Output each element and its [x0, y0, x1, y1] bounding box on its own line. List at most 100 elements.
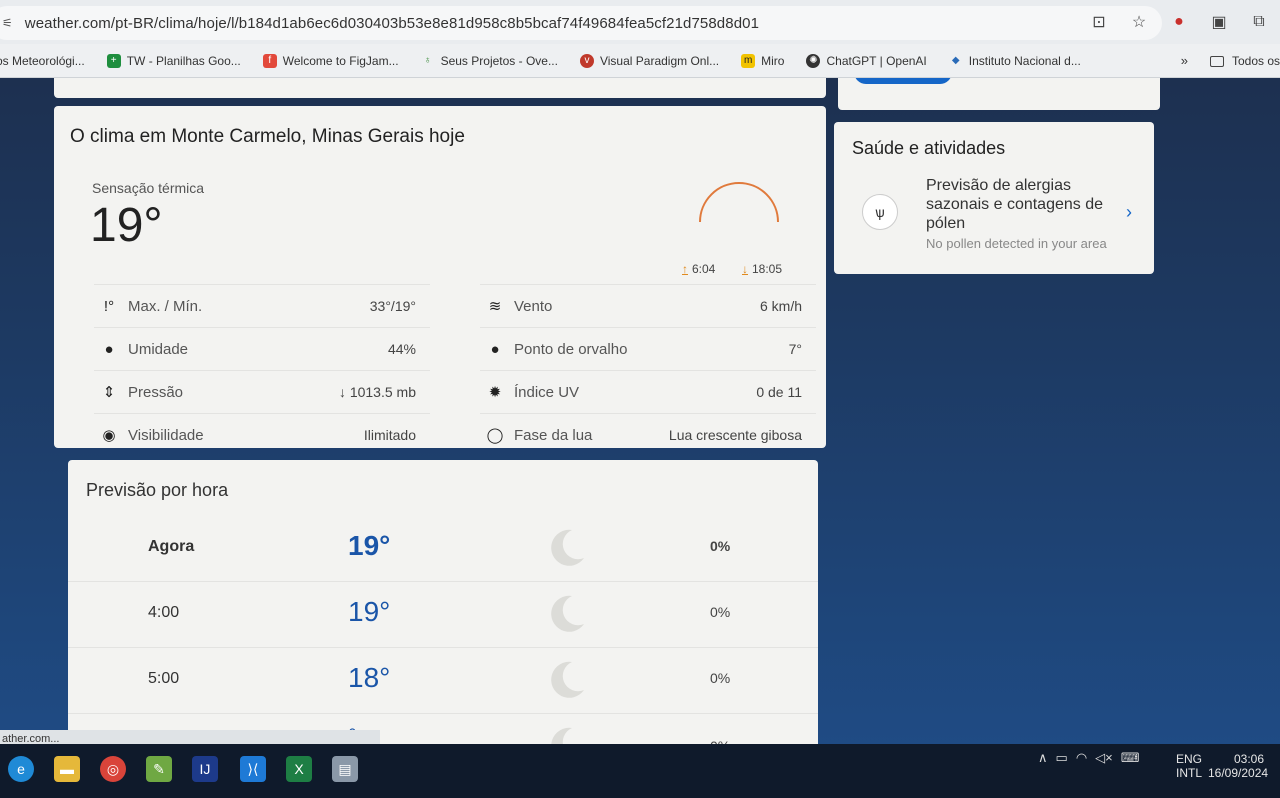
hour-temp: 18° — [348, 662, 391, 693]
app-icon[interactable]: ▤ — [332, 756, 358, 782]
hourly-row[interactable]: 5:00 18° 0% — [68, 648, 818, 714]
hour-precip: 0% — [710, 670, 731, 686]
sunset: ↓ 18:05 — [742, 262, 782, 276]
bookmark-item[interactable]: v Visual Paradigm Onl... — [579, 53, 720, 68]
detail-label: Ponto de orvalho — [514, 340, 628, 358]
sunrise-time: 6:04 — [692, 262, 716, 276]
site-info-icon[interactable]: ⚟ — [2, 16, 13, 30]
sunset-time: 18:05 — [752, 262, 783, 276]
bookmark-star-icon[interactable]: ☆ — [1130, 12, 1148, 32]
allergy-forecast-link[interactable]: Previsão de alergias sazonais e contagen… — [926, 176, 1126, 233]
feels-like-label: Sensação térmica — [92, 180, 205, 196]
detail-value: Lua crescente gibosa — [668, 427, 802, 443]
bookmark-label: Welcome to FigJam... — [282, 53, 399, 68]
bookmark-item[interactable]: m Miro — [741, 53, 785, 68]
detail-label: Índice UV — [514, 383, 580, 401]
hourly-forecast-card: Previsão por hora Agora 19° 0% 4:00 19° … — [68, 460, 818, 746]
hour-time: 5:00 — [148, 670, 180, 687]
all-bookmarks-label: Todos os — [1231, 54, 1280, 68]
hour-time: Agora — [148, 538, 195, 555]
inmet-icon: ◆ — [951, 54, 960, 66]
detail-label: Fase da lua — [514, 426, 593, 444]
address-bar[interactable]: ⚟ weather.com/pt-BR/clima/hoje/l/b184d1a… — [0, 6, 1162, 40]
all-bookmarks-button[interactable]: Todos os — [1209, 54, 1280, 68]
bookmark-label: Visual Paradigm Onl... — [599, 53, 720, 68]
bookmark-label: ChatGPT | OpenAI — [826, 53, 927, 68]
detail-label: Pressão — [128, 383, 184, 401]
detail-label: Vento — [514, 297, 553, 315]
chevron-up-icon[interactable]: ∧ — [1038, 750, 1048, 766]
bookmark-item[interactable]: ◆ Instituto Nacional d... — [949, 54, 1081, 68]
vscode-icon[interactable]: ⟩⟨ — [240, 756, 266, 782]
more-bookmarks-button[interactable]: » — [1181, 53, 1188, 68]
bookmark-label: Miro — [761, 53, 785, 68]
hour-time: 4:00 — [148, 604, 180, 621]
wind-icon: ≋ — [488, 298, 502, 315]
sheets-icon: + — [106, 53, 121, 68]
detail-wind: ≋ Vento 6 km/h — [480, 284, 816, 327]
feels-like-temp: 19° — [90, 199, 163, 252]
bookmark-item[interactable]: f Welcome to FigJam... — [262, 53, 399, 68]
clock[interactable]: 03:06 16/09/2024 — [1208, 752, 1269, 780]
detail-max-min: !° Max. / Mín. 33°/19° — [94, 284, 430, 327]
edge-icon[interactable]: e — [8, 756, 34, 782]
chatgpt-icon: ✺ — [806, 53, 821, 68]
detail-label: Umidade — [128, 340, 189, 358]
pressure-icon: ⇕ — [102, 384, 116, 401]
previous-card — [54, 78, 826, 98]
extension-2-icon[interactable]: ▣ — [1210, 12, 1228, 32]
hourly-row[interactable]: 4:00 19° 0% — [68, 582, 818, 648]
today-weather-card: O clima em Monte Carmelo, Minas Gerais h… — [54, 106, 826, 448]
detail-dew-point: ● Ponto de orvalho 7° — [480, 327, 816, 370]
card-title: Saúde e atividades — [852, 138, 1006, 158]
url-text[interactable]: weather.com/pt-BR/clima/hoje/l/b184d1ab6… — [25, 15, 759, 32]
wifi-icon[interactable]: ◠ — [1076, 750, 1087, 766]
language-code: ENG — [1176, 752, 1203, 766]
taskbar: e ▬ ◎ ✎ IJ ⟩⟨ X ▤ ∧ ▭ ◠ ◁× ⌨ ENG INTL 03… — [0, 744, 1280, 798]
grass-pollen-icon: ѱ — [862, 194, 898, 230]
sunrise: ↑ 6:04 — [682, 262, 715, 276]
health-activities-card: Saúde e atividades ѱ Previsão de alergia… — [834, 122, 1154, 274]
detail-value: Ilimitado — [363, 427, 416, 443]
notepad-plus-icon[interactable]: ✎ — [146, 756, 172, 782]
file-explorer-icon[interactable]: ▬ — [54, 756, 80, 782]
extensions-puzzle-icon[interactable]: ⧉ — [1250, 13, 1268, 31]
hourly-row[interactable]: Agora 19° 0% — [68, 516, 818, 582]
extension-icon[interactable]: ● — [1170, 13, 1188, 31]
keyboard-icon[interactable]: ⌨ — [1121, 750, 1140, 766]
clock-date: 16/09/2024 — [1208, 766, 1269, 780]
previous-side-card — [838, 78, 1160, 110]
chevron-right-icon[interactable]: › — [1126, 202, 1132, 223]
moon-phase-icon: ◯ — [486, 427, 504, 444]
bookmark-label: Instituto Nacional d... — [968, 53, 1081, 68]
system-tray: ∧ ▭ ◠ ◁× ⌨ — [1038, 750, 1140, 766]
intellij-icon[interactable]: IJ — [192, 756, 218, 782]
install-app-icon[interactable]: ⊡ — [1090, 12, 1108, 32]
detail-humidity: ● Umidade 44% — [94, 327, 430, 370]
moon-clear-icon — [551, 595, 584, 632]
battery-icon[interactable]: ▭ — [1056, 750, 1068, 766]
hour-temp: 19° — [348, 596, 391, 627]
volume-mute-icon[interactable]: ◁× — [1095, 750, 1113, 766]
excel-icon[interactable]: X — [286, 756, 312, 782]
language-indicator[interactable]: ENG INTL — [1176, 752, 1202, 780]
detail-label: Max. / Mín. — [128, 297, 203, 315]
folder-icon — [1209, 55, 1224, 67]
detail-visibility: ◉ Visibilidade Ilimitado — [94, 413, 430, 456]
action-button[interactable] — [854, 78, 952, 84]
moon-clear-icon — [551, 529, 584, 566]
bookmark-item[interactable]: ♁ Seus Projetos - Ove... — [421, 54, 558, 68]
chrome-icon[interactable]: ◎ — [100, 756, 126, 782]
visual-paradigm-icon: v — [579, 53, 594, 68]
bookmarks-bar: os Meteorológi... + TW - Planilhas Goo...… — [0, 44, 1280, 78]
detail-value: 7° — [788, 341, 802, 357]
moon-clear-icon — [551, 661, 584, 698]
bookmark-item[interactable]: os Meteorológi... — [0, 54, 85, 68]
detail-value: 33°/19° — [369, 298, 416, 314]
bookmark-item[interactable]: + TW - Planilhas Goo... — [106, 53, 241, 68]
keyboard-layout: INTL — [1176, 766, 1203, 780]
thermometer-icon: !° — [103, 297, 115, 315]
detail-uv: ✹ Índice UV 0 de 11 — [480, 370, 816, 413]
bookmark-item[interactable]: ✺ ChatGPT | OpenAI — [806, 53, 927, 68]
sunrise-icon: ↑ — [682, 261, 688, 276]
